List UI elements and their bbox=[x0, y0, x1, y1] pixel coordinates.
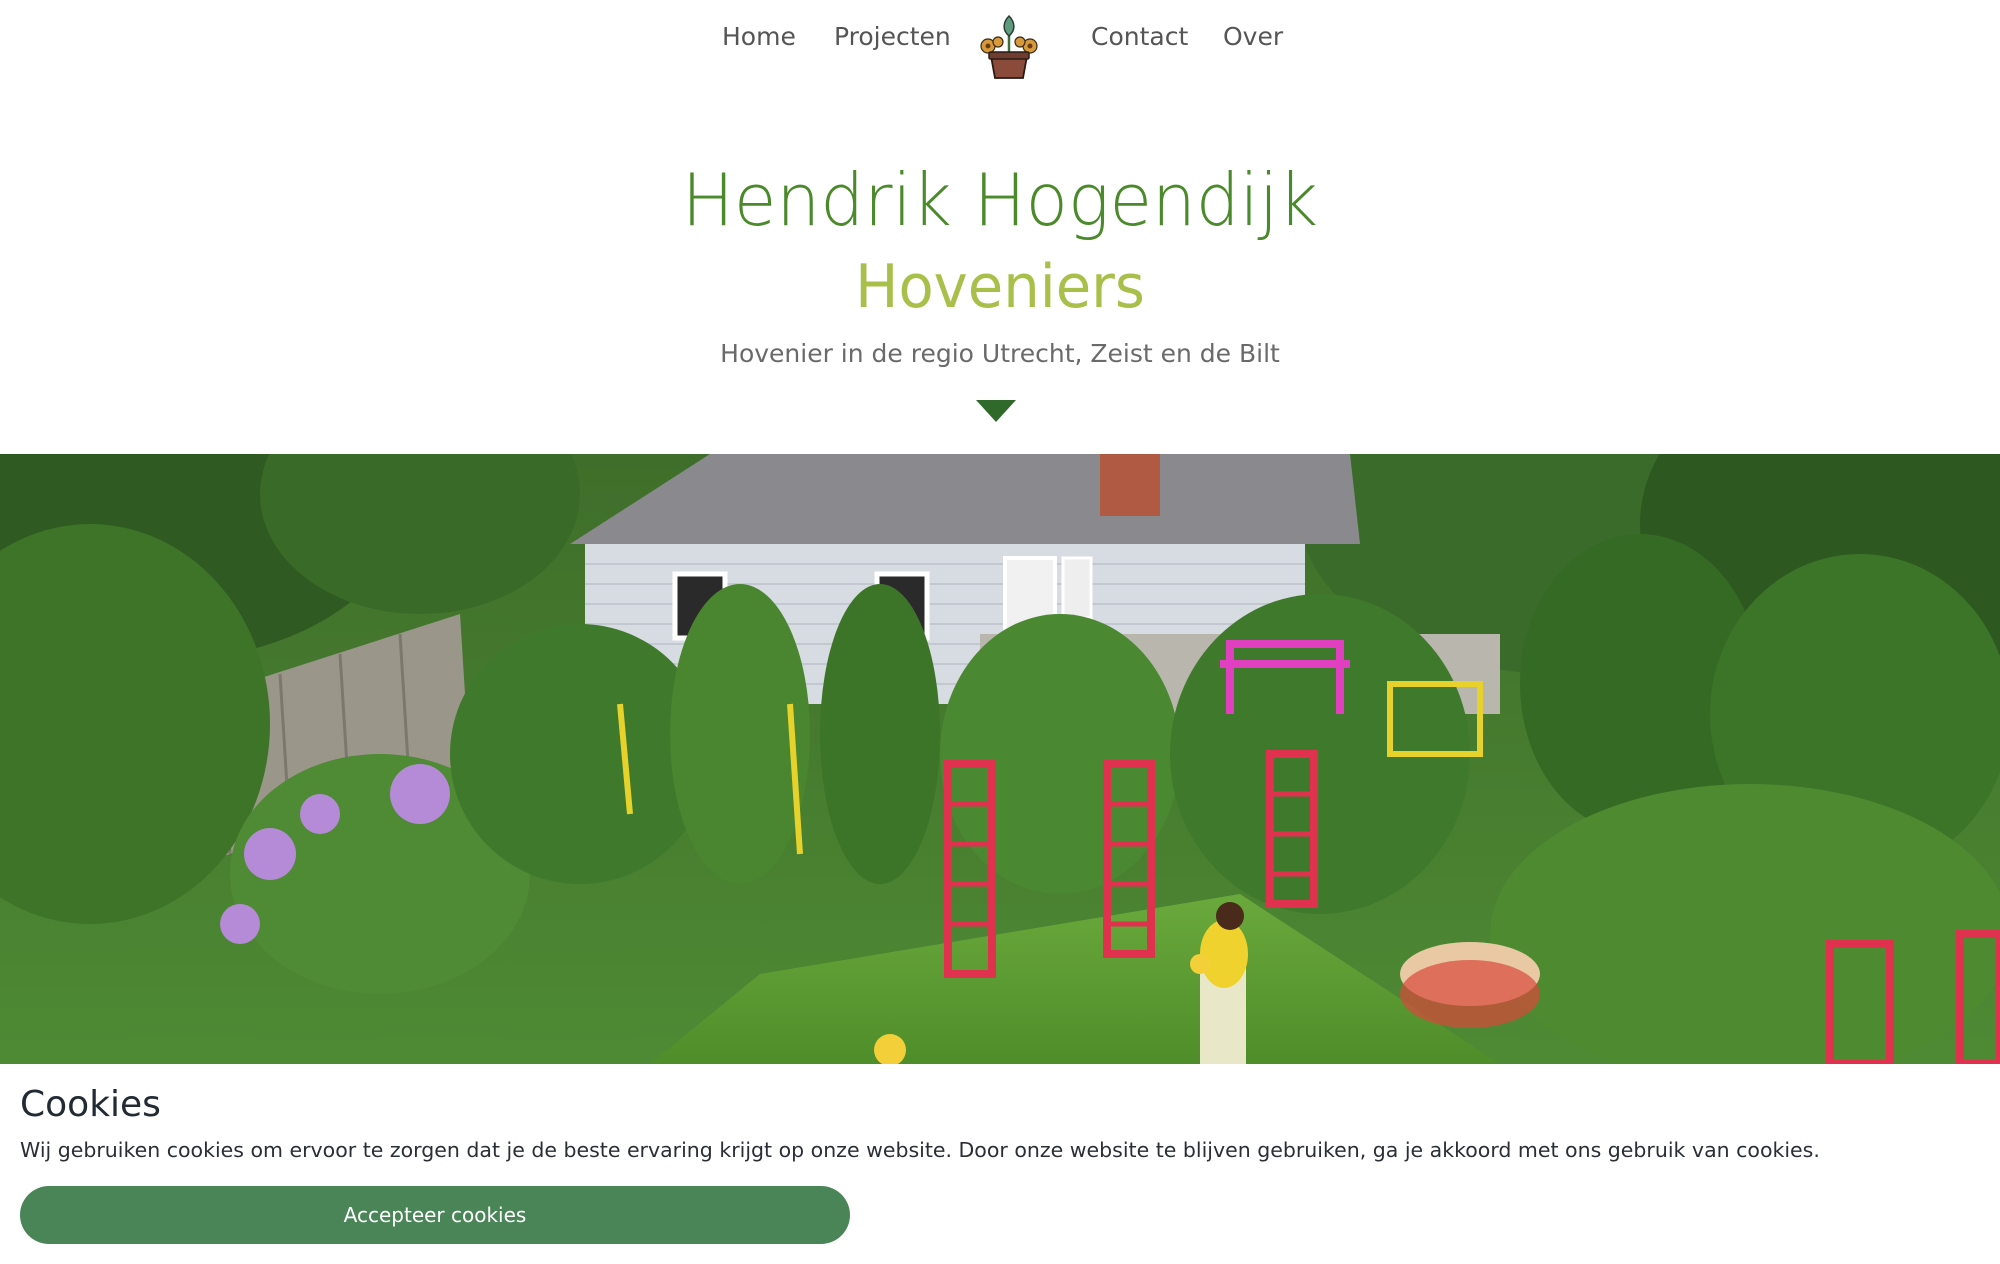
nav-link-home[interactable]: Home bbox=[722, 22, 796, 51]
nav-link-over[interactable]: Over bbox=[1223, 22, 1283, 51]
page-title: Hendrik Hogendijk bbox=[681, 158, 1319, 242]
accept-cookies-button[interactable]: Accepteer cookies bbox=[20, 1186, 850, 1244]
page-tagline: Hovenier in de regio Utrecht, Zeist en d… bbox=[720, 339, 1280, 368]
cookie-banner: Cookies Wij gebruiken cookies om ervoor … bbox=[0, 1064, 2000, 1264]
cookie-banner-title: Cookies bbox=[20, 1084, 161, 1125]
page-subtitle: Hoveniers bbox=[855, 252, 1145, 322]
hero-garden-image bbox=[0, 454, 2000, 1064]
main-navigation: Home Projecten Contact Over bbox=[0, 0, 2000, 84]
triangle-down-icon[interactable] bbox=[975, 398, 1017, 424]
nav-link-projecten[interactable]: Projecten bbox=[834, 22, 951, 51]
cookie-banner-text: Wij gebruiken cookies om ervoor te zorge… bbox=[20, 1138, 1820, 1162]
nav-link-contact[interactable]: Contact bbox=[1091, 22, 1188, 51]
flower-pot-logo-icon[interactable] bbox=[974, 12, 1044, 82]
